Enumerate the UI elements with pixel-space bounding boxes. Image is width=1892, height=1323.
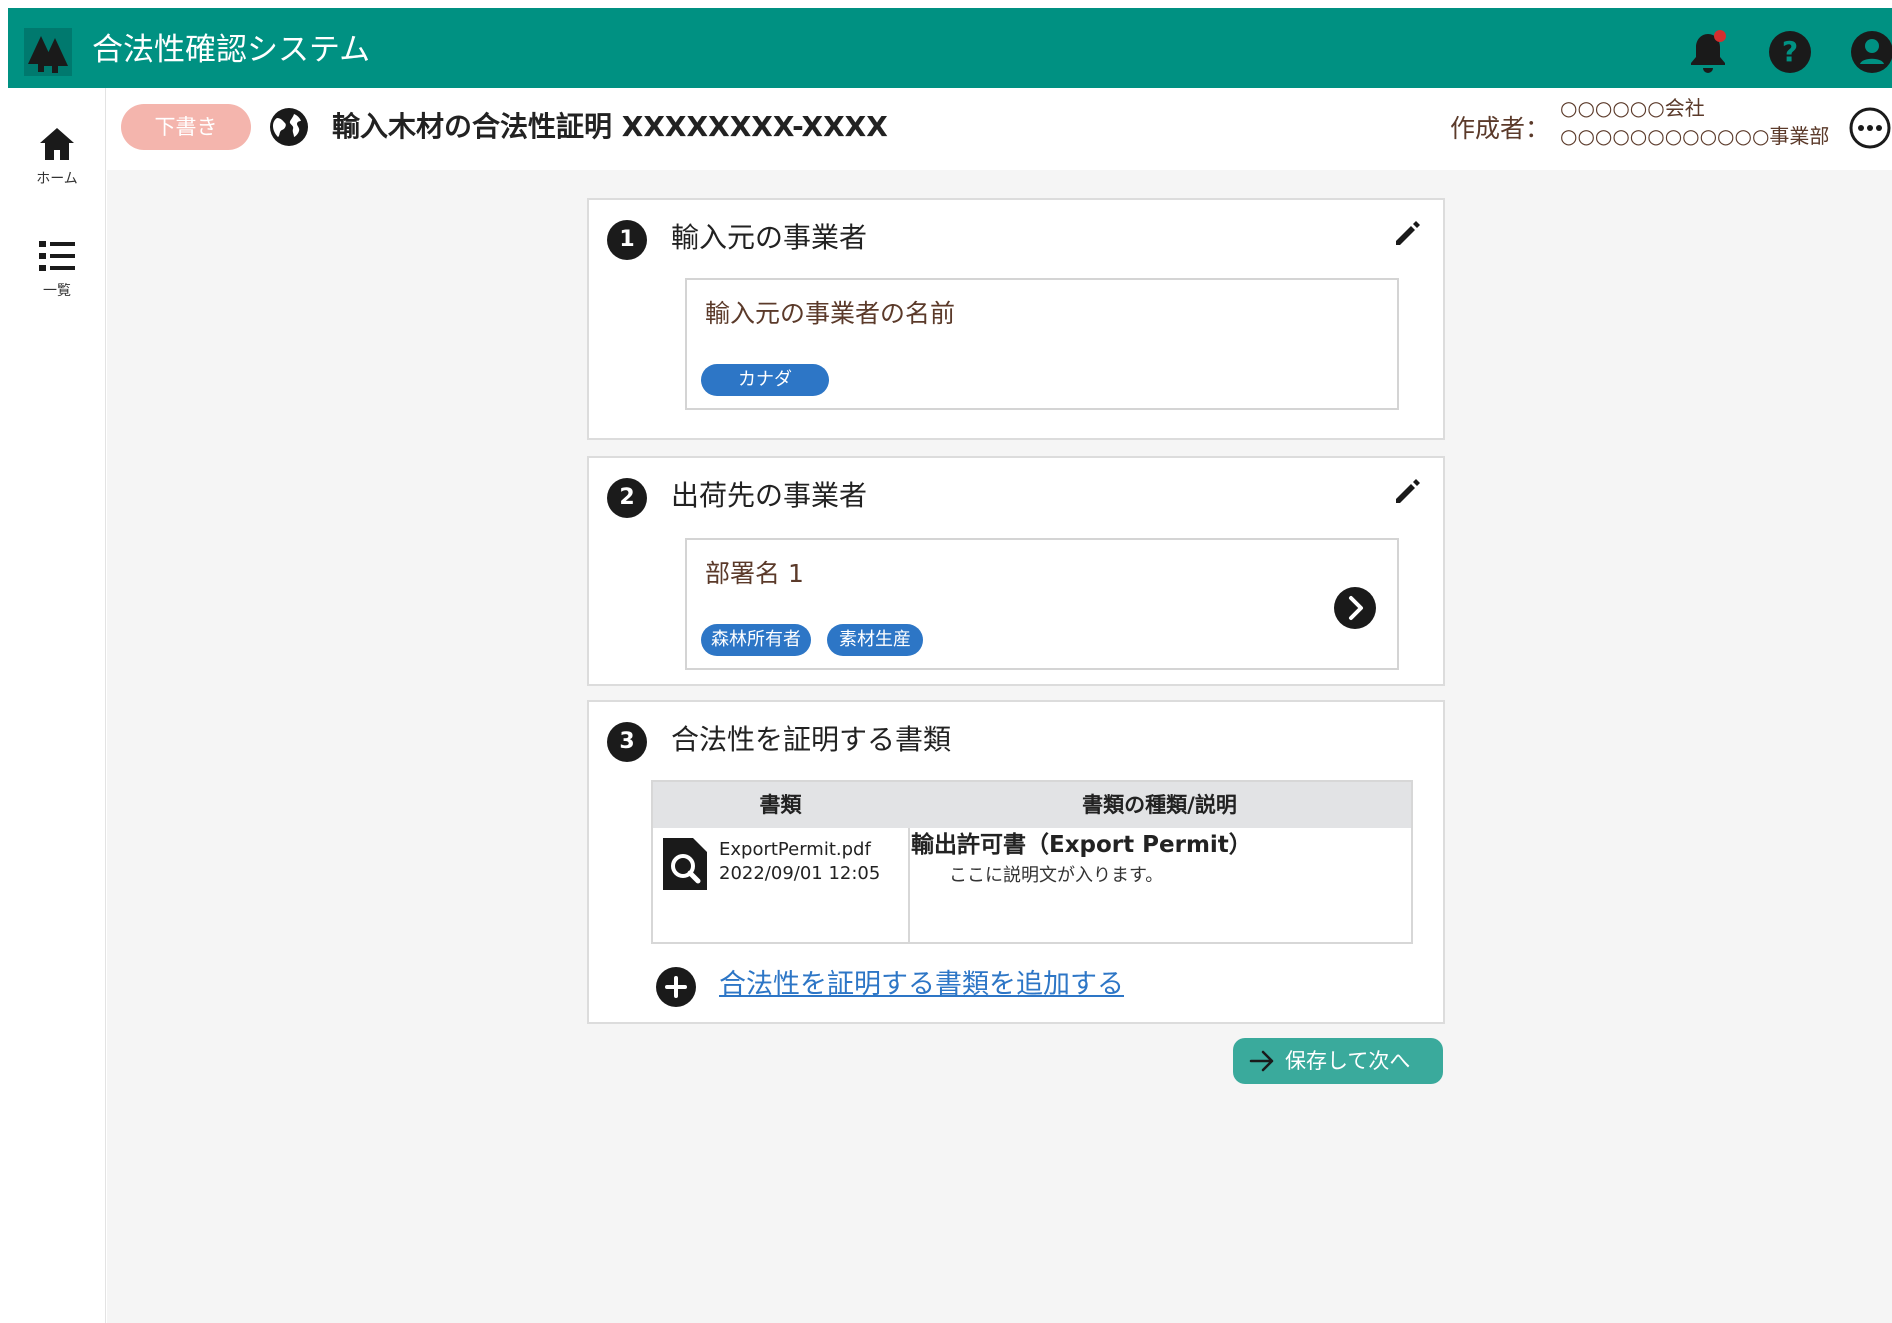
sidebar-item-list[interactable]: 一覧 xyxy=(8,236,106,300)
column-header-document: 書類 xyxy=(759,793,802,817)
file-search-icon[interactable] xyxy=(661,836,709,892)
plus-circle-icon[interactable] xyxy=(655,966,697,1008)
step-number: 1 xyxy=(607,220,647,260)
country-tag: カナダ xyxy=(701,364,829,396)
home-icon xyxy=(40,128,74,160)
forest-logo-icon xyxy=(24,28,72,76)
section-title: 出荷先の事業者 xyxy=(671,479,868,512)
section-documents: 3 合法性を証明する書類 書類 書類の種類/説明 ExportPermit.pd… xyxy=(587,700,1445,1024)
account-icon[interactable] xyxy=(1848,28,1892,76)
main-content: 1 輸入元の事業者 輸入元の事業者の名前 カナダ 2 出荷先の事業者 部署名 1… xyxy=(107,170,1892,1323)
help-icon[interactable]: ? xyxy=(1766,28,1814,76)
side-rail: ホーム 一覧 xyxy=(8,88,106,1323)
document-description: ここに説明文が入ります。 xyxy=(949,865,1164,886)
sidebar-item-home[interactable]: ホーム xyxy=(8,124,106,188)
author-label: 作成者： xyxy=(1450,114,1551,143)
tag-list: 森林所有者 素材生産 xyxy=(701,624,923,656)
page-title: 輸入木材の合法性証明 XXXXXXXX-XXXX xyxy=(332,110,888,143)
table-header: 書類 書類の種類/説明 xyxy=(653,782,1411,828)
svg-text:?: ? xyxy=(1782,35,1798,68)
section-destination: 2 出荷先の事業者 部署名 1 森林所有者 素材生産 xyxy=(587,456,1445,686)
document-header: 下書き 輸入木材の合法性証明 XXXXXXXX-XXXX 作成者： ○○○○○○… xyxy=(106,88,1892,170)
arrow-right-icon xyxy=(1245,1044,1279,1078)
sidebar-item-label: ホーム xyxy=(36,171,78,187)
department-name: 部署名 1 xyxy=(705,559,804,588)
pencil-icon[interactable] xyxy=(1391,474,1425,508)
file-name: ExportPermit.pdf xyxy=(719,839,871,860)
business-name: 輸入元の事業者の名前 xyxy=(705,299,956,328)
role-tag: 素材生産 xyxy=(827,624,923,656)
status-badge: 下書き xyxy=(121,104,251,150)
section-title: 輸入元の事業者 xyxy=(671,221,868,254)
bell-icon[interactable] xyxy=(1684,28,1732,76)
section-title: 合法性を証明する書類 xyxy=(671,723,952,756)
save-next-label: 保存して次へ xyxy=(1285,1049,1411,1073)
author-department: ○○○○○○○○○○○○事業部 xyxy=(1560,124,1830,148)
role-tag: 森林所有者 xyxy=(701,624,811,656)
section-importer: 1 輸入元の事業者 輸入元の事業者の名前 カナダ xyxy=(587,198,1445,440)
documents-table: 書類 書類の種類/説明 ExportPermit.pdf 2022/09/01 … xyxy=(651,780,1413,944)
more-options-icon[interactable] xyxy=(1848,106,1892,150)
tag-list: カナダ xyxy=(701,364,829,396)
globe-icon xyxy=(270,108,308,146)
column-header-kind: 書類の種類/説明 xyxy=(1082,793,1237,817)
chevron-right-icon[interactable] xyxy=(1333,586,1377,630)
importer-card[interactable]: 輸入元の事業者の名前 カナダ xyxy=(685,278,1399,410)
app-title: 合法性確認システム xyxy=(92,32,371,68)
app-bar: 合法性確認システム ? xyxy=(8,8,1892,88)
pencil-icon[interactable] xyxy=(1391,216,1425,250)
save-next-button[interactable]: 保存して次へ xyxy=(1233,1038,1443,1084)
file-date: 2022/09/01 12:05 xyxy=(719,863,881,884)
list-icon xyxy=(39,241,75,271)
document-kind: 輸出許可書（Export Permit） xyxy=(911,832,1252,858)
destination-card[interactable]: 部署名 1 森林所有者 素材生産 xyxy=(685,538,1399,670)
author-company: ○○○○○○会社 xyxy=(1560,96,1705,120)
add-document-link[interactable]: 合法性を証明する書類を追加する xyxy=(719,964,1124,1006)
column-divider xyxy=(908,828,910,942)
step-number: 2 xyxy=(607,478,647,518)
sidebar-item-label: 一覧 xyxy=(43,283,71,299)
step-number: 3 xyxy=(607,722,647,762)
